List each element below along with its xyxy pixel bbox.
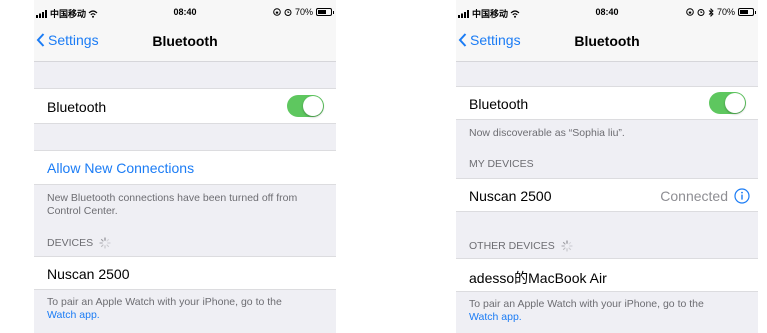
device-name: Nuscan 2500 [469, 188, 552, 204]
navigation-bar: Settings Bluetooth [456, 22, 758, 62]
toggle-knob [725, 93, 745, 113]
toggle-knob [303, 96, 323, 116]
page-title: Bluetooth [152, 33, 218, 49]
allow-new-connections-label: Allow New Connections [47, 160, 195, 176]
allow-new-connections-row[interactable]: Allow New Connections [34, 150, 336, 185]
bluetooth-label: Bluetooth [47, 99, 107, 115]
phone-screen-left: 中国移动 08:40 70% Settings Bluetooth Blueto… [34, 0, 336, 333]
devices-header-label: DEVICES [47, 237, 94, 249]
bluetooth-label: Bluetooth [469, 96, 529, 112]
loading-spinner-icon [99, 237, 111, 249]
bluetooth-toggle[interactable] [709, 92, 746, 114]
other-devices-header-label: OTHER DEVICES [469, 240, 555, 252]
apple-watch-footer-text: To pair an Apple Watch with your iPhone,… [47, 296, 282, 308]
apple-watch-footer-text: To pair an Apple Watch with your iPhone,… [469, 298, 704, 310]
discoverable-text: Now discoverable as “Sophia liu”. [469, 127, 625, 139]
page-title: Bluetooth [574, 33, 640, 49]
bluetooth-toggle[interactable] [287, 95, 324, 117]
apple-watch-footer: To pair an Apple Watch with your iPhone,… [469, 298, 748, 324]
loading-spinner-icon [561, 240, 573, 252]
alarm-icon [697, 9, 705, 16]
battery-icon [316, 8, 334, 16]
apple-watch-footer: To pair an Apple Watch with your iPhone,… [47, 296, 326, 322]
device-row-nuscan[interactable]: Nuscan 2500 [34, 256, 336, 290]
status-bar: 中国移动 08:40 70% [34, 0, 336, 22]
battery-percent: 70% [294, 7, 313, 17]
phone-screen-right: 中国移动 08:40 70% Settings Bluetooth Blueto… [456, 0, 758, 333]
my-devices-header: MY DEVICES [469, 158, 534, 170]
device-row-macbook[interactable]: adesso的MacBook Air [456, 258, 758, 292]
device-name: adesso的MacBook Air [469, 270, 607, 286]
connection-status: Connected [660, 188, 728, 204]
battery-icon [738, 8, 756, 16]
bluetooth-off-notice: New Bluetooth connections have been turn… [47, 192, 298, 217]
watch-app-link[interactable]: Watch app. [47, 309, 100, 321]
device-row-nuscan[interactable]: Nuscan 2500 Connected [456, 178, 758, 212]
battery-level [740, 10, 749, 14]
rotation-lock-icon [273, 8, 281, 16]
bluetooth-row: Bluetooth [34, 88, 336, 124]
devices-header: DEVICES [47, 237, 111, 249]
my-devices-header-label: MY DEVICES [469, 158, 534, 170]
device-name: Nuscan 2500 [47, 266, 130, 282]
navigation-bar: Settings Bluetooth [34, 22, 336, 62]
battery-level [318, 10, 327, 14]
watch-app-link[interactable]: Watch app. [469, 311, 522, 323]
alarm-icon [284, 9, 292, 16]
bluetooth-icon [708, 7, 714, 17]
bluetooth-row: Bluetooth [456, 86, 758, 120]
info-icon[interactable] [734, 188, 750, 204]
battery-percent: 70% [716, 7, 735, 17]
status-bar: 中国移动 08:40 70% [456, 0, 758, 22]
rotation-lock-icon [686, 8, 694, 16]
other-devices-header: OTHER DEVICES [469, 240, 573, 252]
